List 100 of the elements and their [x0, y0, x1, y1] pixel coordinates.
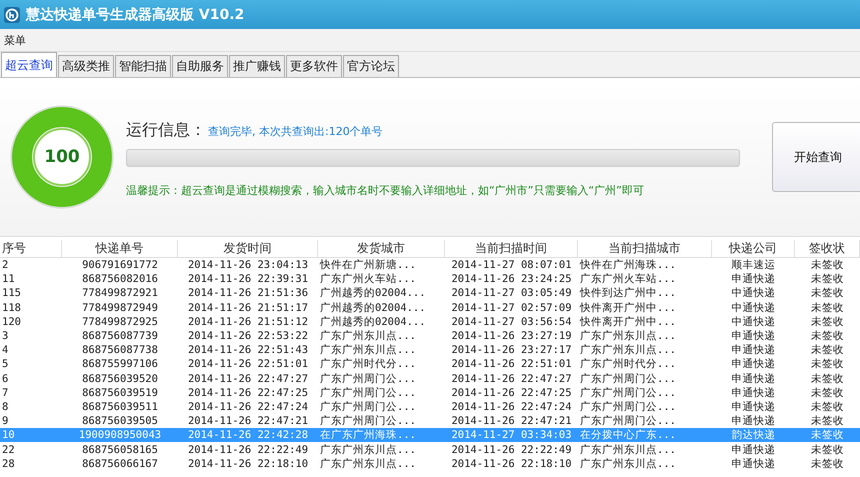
table-cell-text: 广东广州东川点... [579, 442, 677, 457]
tab[interactable]: 推广赚钱 [229, 55, 285, 77]
table-cell-text: 广东广州东川点... [579, 456, 677, 471]
table-row[interactable]: 28 868756066167 2014-11-26 22:18:10 广东广州东川点... 2014-11-26 22:18:10 广东广州东川点... 申通快递 未签收 [0, 456, 860, 471]
table-cell-text: 广东广州火车站... [319, 272, 417, 286]
table-cell-text: 2014-11-27 03:56:54 [450, 316, 573, 328]
table-cell-text: 申通快递 [730, 357, 776, 372]
table-cell-text: 1900908950043 [78, 429, 162, 442]
table-cell-text: 广东广州东川点... [319, 456, 417, 471]
table-cell-text: 未签收 [810, 272, 845, 286]
table-cell-text: 778499872921 [81, 287, 159, 300]
tab[interactable]: 更多软件 [286, 55, 342, 77]
table-row[interactable]: 9 868756039505 2014-11-26 22:47:21 广东广州周门公... 2014-11-26 22:47:21 广东广州周门公... 申通快递 未签收 [0, 414, 860, 428]
table-cell-text: 4 [1, 344, 10, 356]
table-cell-text: 2014-11-27 02:57:09 [450, 302, 573, 314]
table-cell-text: 868756058165 [81, 444, 159, 456]
table-cell-text: 6 [1, 372, 10, 385]
table-cell-text: 广东广州火车站... [579, 272, 677, 286]
table-cell-text: 未签收 [810, 456, 845, 471]
table-cell-text: 2014-11-26 22:47:21 [450, 415, 573, 428]
table-cell-text: 未签收 [810, 300, 845, 315]
table-cell-text: 申通快递 [730, 372, 776, 386]
table-cell-text: 快件离开广州中... [578, 314, 677, 329]
table-cell-text: 申通快递 [730, 272, 776, 286]
column-header[interactable]: 快递公司 [712, 240, 795, 256]
column-header[interactable]: 序号 [0, 240, 62, 256]
table-cell-text: 申通快递 [730, 414, 776, 428]
table-cell-text: 2014-11-26 21:51:36 [186, 287, 310, 300]
table-cell-text: 广东广州时代分... [579, 357, 677, 372]
table-cell-text: 申通快递 [730, 400, 776, 414]
table-cell-text: 2014-11-26 22:47:27 [186, 372, 310, 385]
table-cell-text: 申通快递 [730, 442, 776, 457]
table-cell-text: 快件在广州海珠... [578, 258, 677, 272]
table-cell-text: 广州越秀的02004... [319, 286, 427, 300]
table-cell-text: 未签收 [810, 400, 845, 414]
table-cell-text: 2014-11-26 23:04:13 [186, 259, 310, 272]
table-row[interactable]: 4 868756087738 2014-11-26 22:51:43 广东广州东川点... 2014-11-26 23:27:17 广东广州东川点... 申通快递 未签收 [0, 343, 860, 358]
gauge-value: 100 [44, 147, 80, 167]
table-cell-text: 广东广州周门公... [319, 400, 417, 414]
table-cell-text: 868756039511 [81, 400, 159, 413]
column-header[interactable]: 发货城市 [318, 240, 445, 256]
table-cell-text: 906791691772 [81, 259, 159, 272]
start-button[interactable]: 开始查询 [772, 122, 860, 192]
table-cell-text: 868756082016 [81, 273, 159, 286]
app-logo-icon [4, 6, 20, 22]
table-cell-text: 2014-11-27 03:05:49 [450, 287, 573, 300]
table-cell-text: 顺丰速运 [730, 258, 776, 272]
table-cell-text: 在分拨中心广东... [579, 428, 677, 442]
column-header[interactable]: 当前扫描城市 [578, 240, 712, 256]
table-cell-text: 广东广州周门公... [579, 372, 677, 386]
table-cell-text: 868756087739 [81, 330, 159, 342]
table-cell-text: 9 [1, 415, 10, 428]
table-cell-text: 11 [1, 273, 16, 286]
table-row[interactable]: 11 868756082016 2014-11-26 22:39:31 广东广州火车站... 2014-11-26 23:24:25 广东广州火车站... 申通快递 未签收 [0, 272, 860, 286]
table-row[interactable]: 8 868756039511 2014-11-26 22:47:24 广东广州周门公... 2014-11-26 22:47:24 广东广州周门公... 申通快递 未签收 [0, 400, 860, 414]
table-cell-text: 2014-11-26 22:39:31 [186, 273, 310, 286]
tab[interactable]: 智能扫描 [115, 55, 171, 77]
table-cell-text: 778499872949 [81, 302, 159, 314]
table-cell-text: 2014-11-26 23:27:19 [450, 330, 573, 342]
table-cell-text: 2014-11-26 22:47:24 [450, 400, 573, 413]
column-header[interactable]: 发货时间 [178, 240, 318, 256]
table-row[interactable]: 115 778499872921 2014-11-26 21:51:36 广州越秀的02004... 2014-11-27 03:05:49 快件到达广州中... 中通快递 未签收 [0, 286, 860, 301]
table-cell-text: 2014-11-26 22:47:24 [186, 400, 310, 413]
table-cell-text: 868755997106 [81, 358, 159, 370]
column-header[interactable]: 当前扫描时间 [445, 240, 578, 256]
table-row[interactable]: 2 906791691772 2014-11-26 23:04:13 快件在广州新塘... 2014-11-27 08:07:01 快件在广州海珠... 顺丰速运 未签收 [0, 258, 860, 272]
table-row[interactable]: 7 868756039519 2014-11-26 22:47:25 广东广州周门公... 2014-11-26 22:47:25 广东广州周门公... 申通快递 未签收 [0, 386, 860, 400]
status-message: 查询完毕, 本次共查询出:120个单号 [208, 124, 383, 139]
table-cell-text: 中通快递 [730, 300, 776, 315]
menu-item[interactable]: 菜单 [4, 32, 26, 48]
tab[interactable]: 自助服务 [172, 55, 228, 77]
table-cell-text: 中通快递 [730, 286, 776, 300]
table-row[interactable]: 22 868756058165 2014-11-26 22:22:49 广东广州东川点... 2014-11-26 22:22:49 广东广州东川点... 申通快递 未签收 [0, 442, 860, 457]
table-cell-text: 868756039520 [81, 372, 159, 385]
tab[interactable]: 高级类推 [58, 55, 114, 77]
table-row[interactable]: 5 868755997106 2014-11-26 22:51:01 广东广州时代分... 2014-11-26 22:51:01 广东广州时代分... 申通快递 未签收 [0, 357, 860, 372]
window-title: 慧达快递单号生成器高级版 V10.2 [26, 6, 244, 24]
column-header[interactable]: 快递单号 [62, 240, 178, 256]
tab[interactable]: 超云查询 [1, 52, 57, 77]
table-cell-text: 2014-11-26 22:42:28 [186, 429, 310, 442]
table-cell-text: 未签收 [810, 428, 845, 442]
table-cell-text: 868756087738 [81, 344, 159, 356]
table-cell-text: 22 [1, 444, 16, 456]
table-cell-text: 868756066167 [81, 458, 159, 470]
table-row[interactable]: 120 778499872925 2014-11-26 21:51:12 广州越秀的02004... 2014-11-27 03:56:54 快件离开广州中... 中通快递 未签收 [0, 314, 860, 329]
tab[interactable]: 官方论坛 [343, 55, 399, 77]
table-cell-text: 未签收 [810, 329, 845, 344]
table-cell-text: 广东广州东川点... [319, 329, 417, 344]
table-cell-text: 2014-11-26 22:47:27 [450, 372, 573, 385]
table-cell-text: 2014-11-26 22:22:49 [450, 444, 573, 456]
table-cell-text: 快件到达广州中... [578, 286, 677, 300]
table-cell-text: 2014-11-26 23:27:17 [450, 344, 573, 356]
status-label: 运行信息： [126, 120, 206, 141]
column-header[interactable]: 签收状 [795, 240, 860, 256]
table-row[interactable]: 6 868756039520 2014-11-26 22:47:27 广东广州周门公... 2014-11-26 22:47:27 广东广州周门公... 申通快递 未签收 [0, 372, 860, 386]
table-cell-text: 快件在广州新塘... [318, 258, 417, 272]
table-cell-text: 未签收 [810, 357, 845, 372]
table-cell-text: 广东广州东川点... [579, 329, 677, 344]
table-row[interactable]: 118 778499872949 2014-11-26 21:51:17 广州越秀的02004... 2014-11-27 02:57:09 快件离开广州中... 中通快递 未签收 [0, 300, 860, 315]
table-row[interactable]: 3 868756087739 2014-11-26 22:53:22 广东广州东川点... 2014-11-26 23:27:19 广东广州东川点... 申通快递 未签收 [0, 328, 860, 344]
